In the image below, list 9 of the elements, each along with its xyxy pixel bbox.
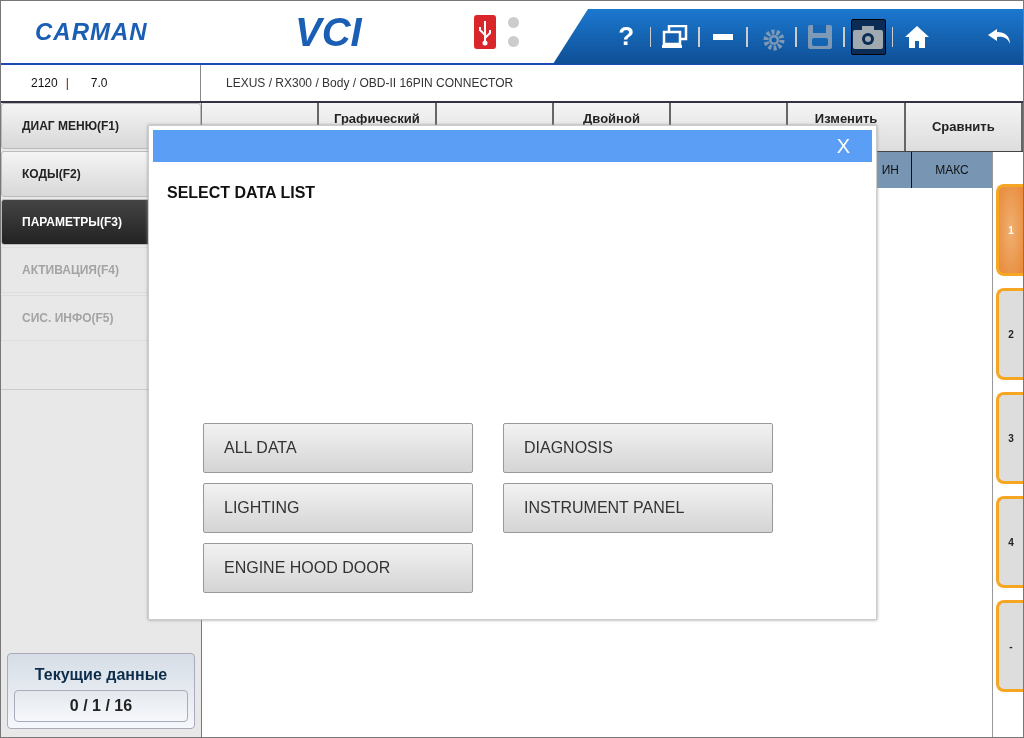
product-logo: VCI	[295, 9, 362, 55]
data-counter: 0 / 1 / 16	[14, 690, 188, 722]
vehicle-path: LEXUS / RX300 / Body / OBD-II 16PIN CONNECTOR	[226, 76, 514, 90]
separator-text: |	[65, 76, 69, 90]
code-text: 2120	[31, 76, 58, 90]
brand-logo: CARMAN	[34, 18, 149, 46]
status-title: Текущие данные	[34, 666, 168, 684]
column-header: МАКС	[911, 152, 992, 188]
version-text: 7.0	[90, 76, 108, 90]
